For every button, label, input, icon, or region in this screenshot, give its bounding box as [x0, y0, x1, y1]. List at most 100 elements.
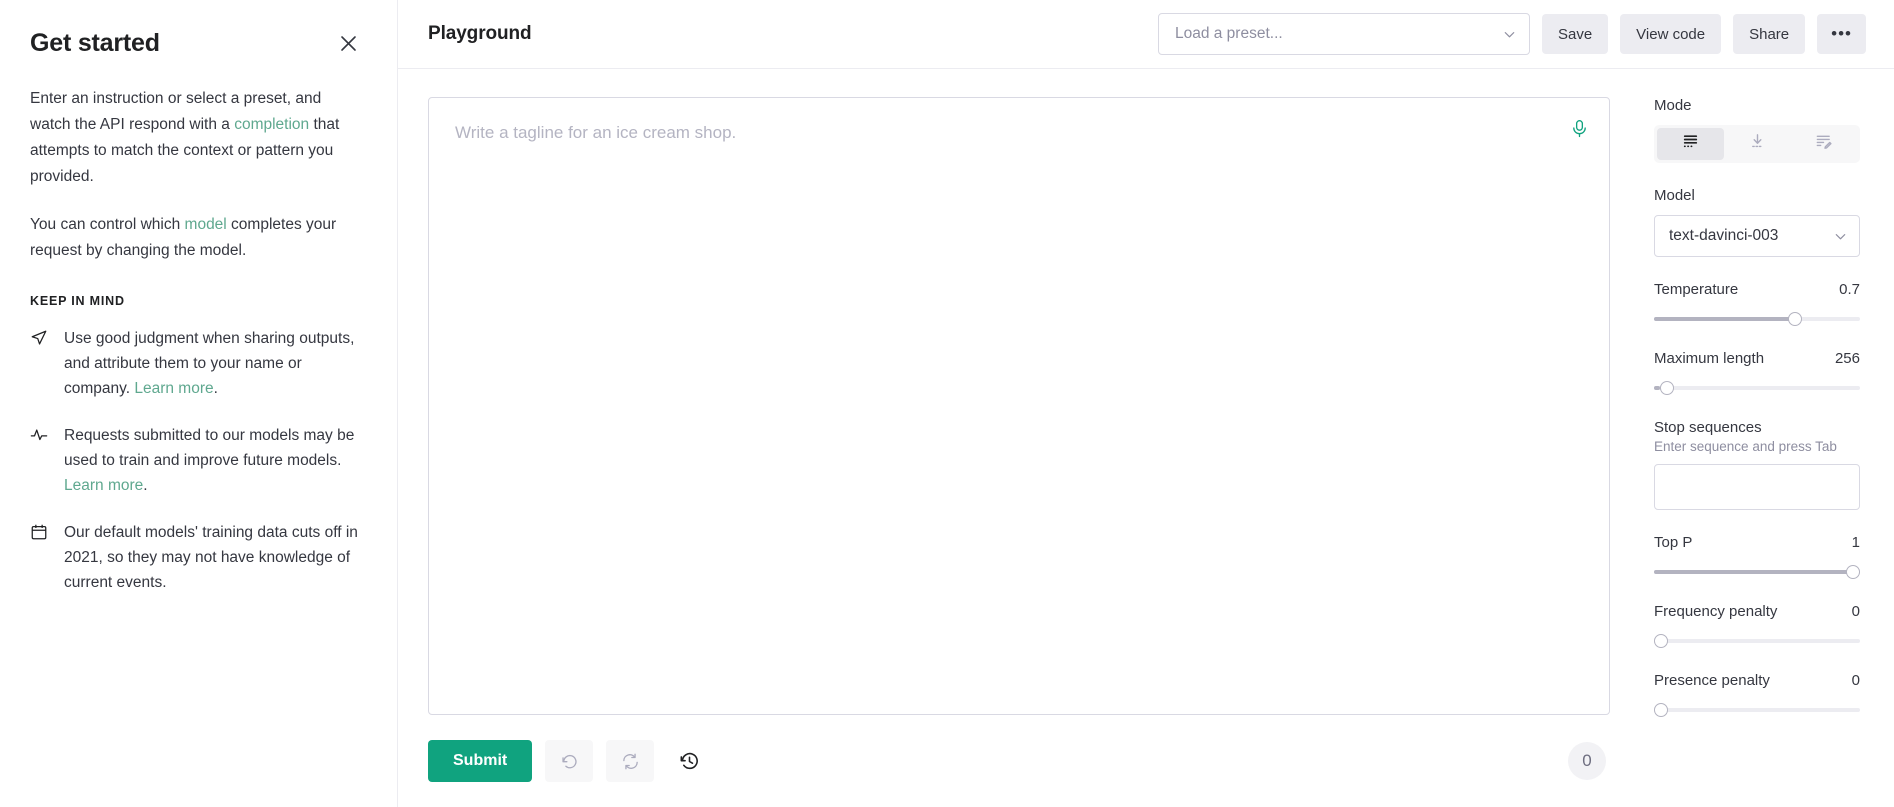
top-p-slider[interactable] — [1654, 565, 1860, 579]
workspace: Write a tagline for an ice cream shop. S… — [398, 69, 1894, 807]
slider-track — [1654, 386, 1860, 390]
model-group: Model text-davinci-003 — [1654, 187, 1860, 257]
view-code-button[interactable]: View code — [1620, 14, 1722, 54]
list-item-text: Use good judgment when sharing outputs, … — [64, 326, 363, 401]
prompt-textarea[interactable]: Write a tagline for an ice cream shop. — [428, 97, 1610, 715]
preset-dropdown[interactable]: Load a preset... — [1157, 13, 1530, 55]
sidebar-paragraph-2: You can control which model completes yo… — [30, 212, 360, 264]
calendar-icon — [30, 523, 48, 595]
presence-penalty-slider[interactable] — [1654, 703, 1860, 717]
top-p-group: Top P 1 — [1654, 534, 1860, 579]
presence-penalty-group: Presence penalty 0 — [1654, 672, 1860, 717]
stop-sequences-hint: Enter sequence and press Tab — [1654, 439, 1837, 454]
sidebar-header: Get started — [30, 28, 363, 58]
keep-in-mind-list: Use good judgment when sharing outputs, … — [30, 326, 363, 595]
sidebar-title: Get started — [30, 29, 160, 57]
max-length-slider[interactable] — [1654, 381, 1860, 395]
list-item-text: Our default models' training data cuts o… — [64, 520, 363, 595]
undo-icon[interactable] — [545, 740, 594, 782]
item-1-text: Requests submitted to our models may be … — [64, 427, 355, 469]
max-length-label: Maximum length — [1654, 350, 1765, 367]
preset-placeholder: Load a preset... — [1174, 25, 1283, 42]
edit-icon — [1815, 133, 1832, 155]
list-item-text: Requests submitted to our models may be … — [64, 423, 363, 498]
refresh-icon[interactable] — [606, 740, 655, 782]
keep-in-mind-heading: KEEP IN MIND — [30, 294, 125, 308]
temperature-label: Temperature — [1654, 281, 1739, 298]
mode-complete-button[interactable] — [1657, 128, 1724, 160]
model-value: text-davinci-003 — [1669, 227, 1779, 244]
sidebar-paragraph-1: Enter an instruction or select a preset,… — [30, 86, 360, 190]
mode-edit-button[interactable] — [1790, 128, 1857, 160]
insert-icon — [1749, 133, 1766, 155]
slider-fill — [1654, 570, 1860, 574]
frequency-penalty-slider[interactable] — [1654, 634, 1860, 648]
item-2-text: Our default models' training data cuts o… — [64, 524, 358, 591]
mode-insert-button[interactable] — [1724, 128, 1791, 160]
frequency-penalty-label: Frequency penalty — [1654, 603, 1778, 620]
model-link[interactable]: model — [185, 216, 227, 233]
temperature-value: 0.7 — [1839, 281, 1860, 298]
learn-more-link-0[interactable]: Learn more — [134, 380, 213, 397]
complete-icon — [1682, 133, 1699, 155]
model-dropdown[interactable]: text-davinci-003 — [1654, 215, 1860, 257]
temperature-header: Temperature 0.7 — [1654, 281, 1860, 298]
list-item: Our default models' training data cuts o… — [30, 520, 363, 595]
mode-label: Mode — [1654, 97, 1692, 114]
chevron-down-icon — [1502, 27, 1517, 42]
presence-penalty-header: Presence penalty 0 — [1654, 672, 1860, 689]
top-p-header: Top P 1 — [1654, 534, 1860, 551]
close-icon[interactable] — [335, 30, 361, 56]
presence-penalty-label: Presence penalty — [1654, 672, 1770, 689]
action-bar: Submit 0 — [428, 715, 1610, 807]
share-button[interactable]: Share — [1733, 14, 1806, 54]
slider-thumb[interactable] — [1846, 565, 1860, 579]
frequency-penalty-header: Frequency penalty 0 — [1654, 603, 1860, 620]
learn-more-link-1[interactable]: Learn more — [64, 477, 143, 494]
list-item: Use good judgment when sharing outputs, … — [30, 326, 363, 401]
more-options-button[interactable]: ••• — [1817, 14, 1866, 54]
mode-toggle-group — [1654, 125, 1860, 163]
history-icon[interactable] — [667, 740, 711, 782]
slider-thumb[interactable] — [1659, 381, 1674, 395]
max-length-value: 256 — [1834, 350, 1860, 367]
max-length-group: Maximum length 256 — [1654, 350, 1860, 395]
slider-thumb[interactable] — [1654, 634, 1668, 648]
frequency-penalty-group: Frequency penalty 0 — [1654, 603, 1860, 648]
list-item: Requests submitted to our models may be … — [30, 423, 363, 498]
top-p-label: Top P — [1654, 534, 1693, 551]
slider-thumb[interactable] — [1654, 703, 1668, 717]
slider-thumb[interactable] — [1788, 312, 1803, 326]
token-count-badge: 0 — [1568, 742, 1606, 780]
toolbar-actions: Load a preset... Save View code Share ••… — [1157, 13, 1866, 55]
frequency-penalty-value: 0 — [1851, 603, 1860, 620]
top-p-value: 1 — [1851, 534, 1860, 551]
slider-track — [1654, 708, 1860, 712]
stop-sequences-group: Stop sequences Enter sequence and press … — [1654, 419, 1860, 510]
model-label: Model — [1654, 187, 1695, 204]
item-0-suffix: . — [213, 380, 218, 397]
get-started-sidebar: Get started Enter an instruction or sele… — [0, 0, 398, 807]
activity-icon — [30, 426, 48, 498]
presence-penalty-value: 0 — [1851, 672, 1860, 689]
send-icon — [30, 329, 48, 401]
editor-column: Write a tagline for an ice cream shop. S… — [398, 69, 1636, 807]
prompt-placeholder: Write a tagline for an ice cream shop. — [455, 123, 737, 142]
page-title: Playground — [428, 23, 532, 44]
microphone-icon[interactable] — [1567, 116, 1591, 140]
completion-link[interactable]: completion — [234, 116, 309, 133]
slider-fill — [1654, 317, 1799, 321]
settings-panel: Mode Model text-davinci-003 Temperature … — [1636, 69, 1894, 807]
item-1-suffix: . — [143, 477, 148, 494]
stop-sequences-input[interactable] — [1654, 464, 1860, 510]
submit-button[interactable]: Submit — [428, 740, 533, 782]
temperature-group: Temperature 0.7 — [1654, 281, 1860, 326]
save-button[interactable]: Save — [1541, 14, 1609, 54]
main-area: Playground Load a preset... Save View co… — [398, 0, 1894, 807]
paragraph-2-text-a: You can control which — [30, 216, 185, 233]
playground-app: Get started Enter an instruction or sele… — [0, 0, 1894, 807]
chevron-down-icon — [1833, 229, 1848, 244]
slider-track — [1654, 639, 1860, 643]
stop-sequences-label: Stop sequences — [1654, 419, 1762, 436]
temperature-slider[interactable] — [1654, 312, 1860, 326]
